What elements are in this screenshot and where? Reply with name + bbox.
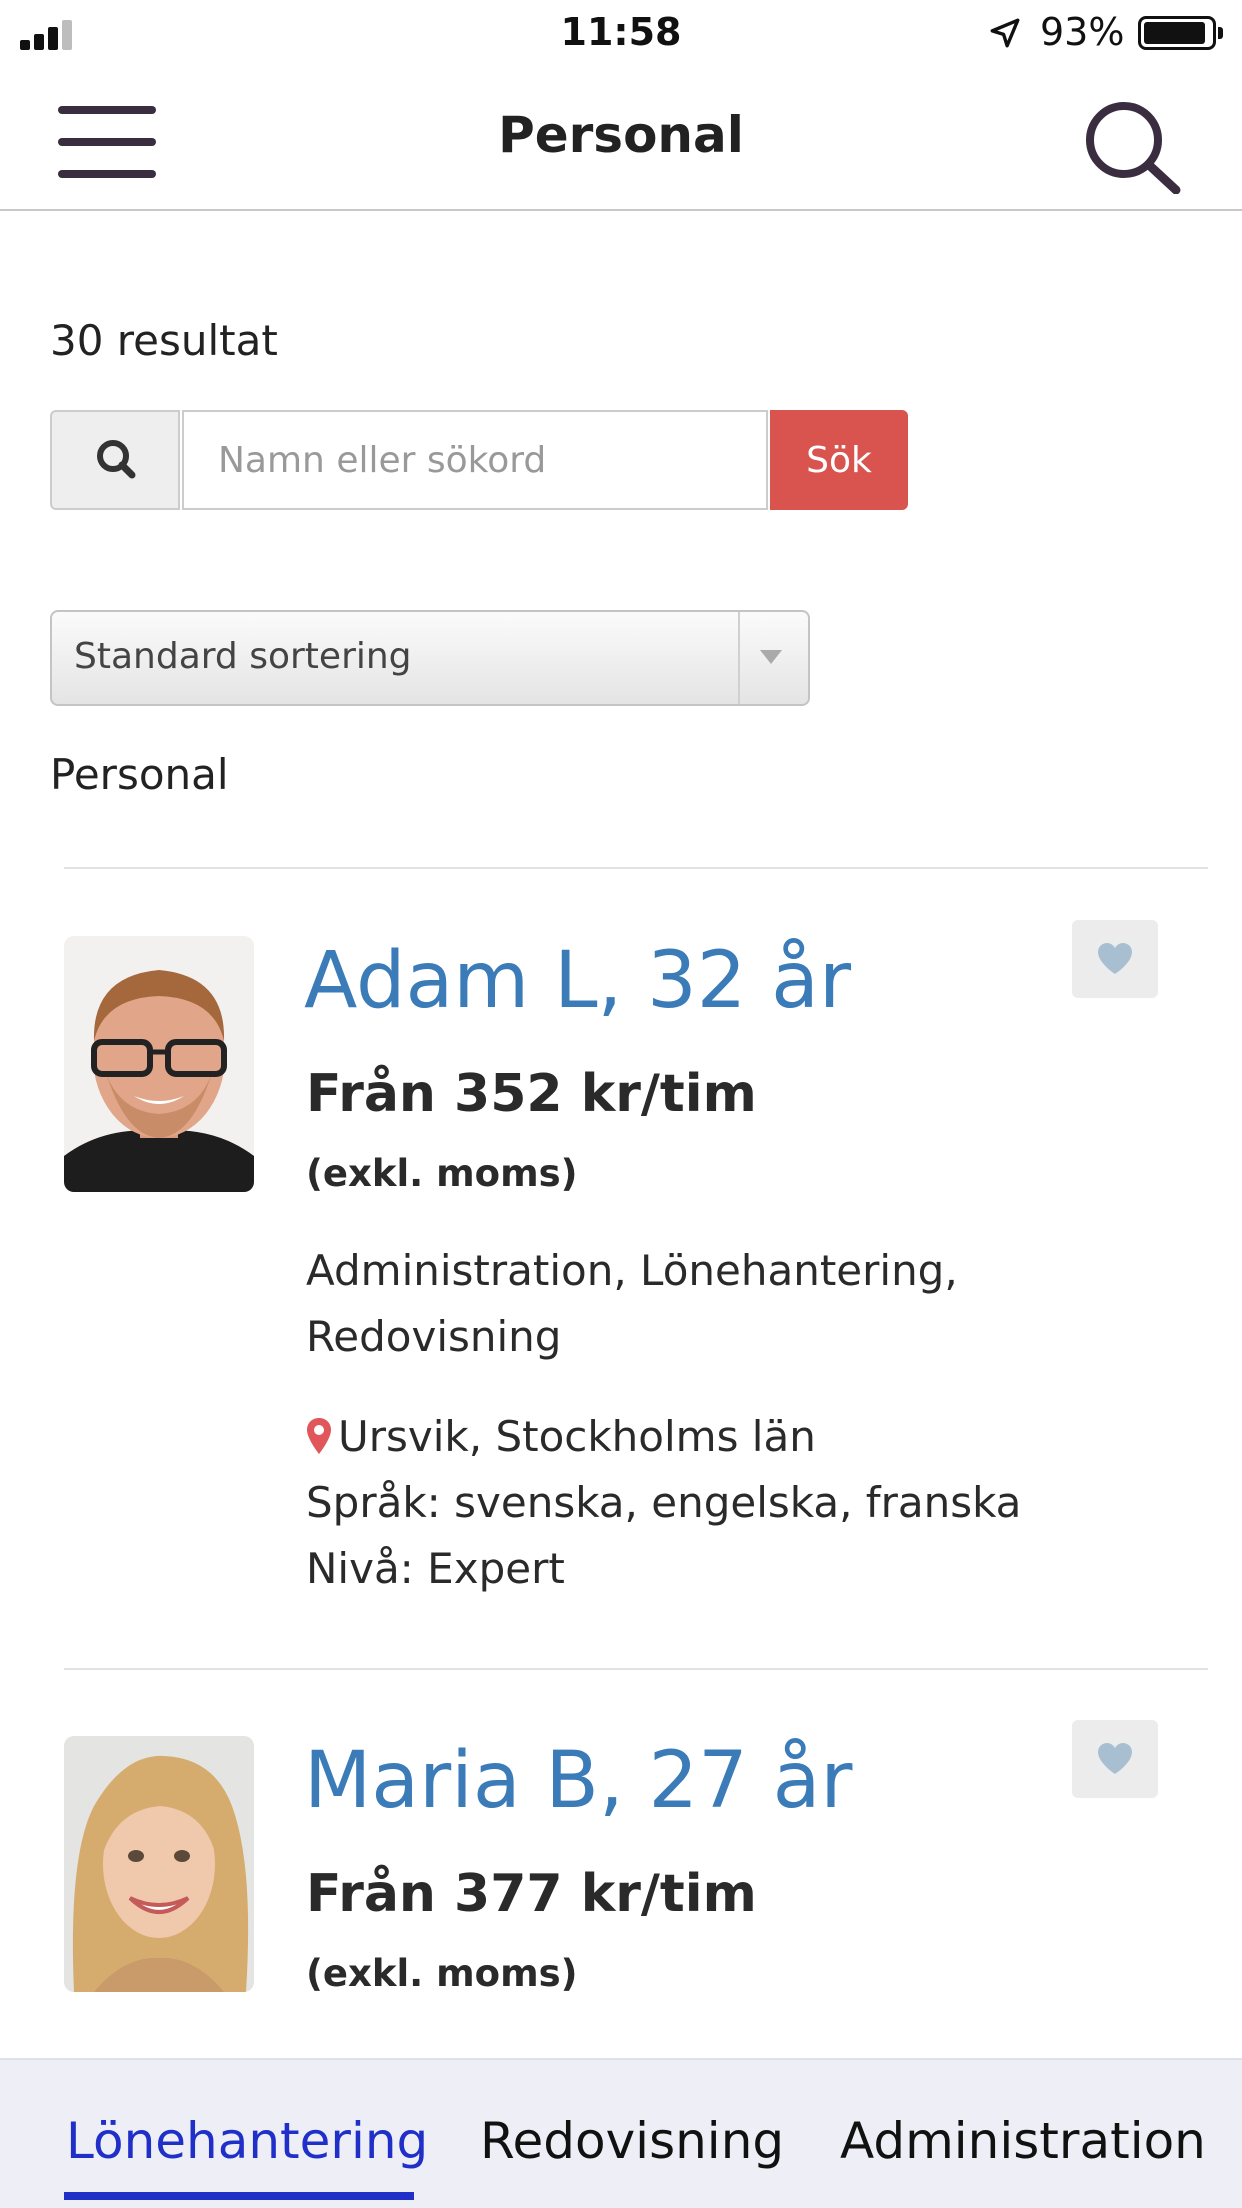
battery-percent: 93% — [1040, 10, 1125, 54]
location-arrow-icon — [990, 18, 1020, 48]
divider — [64, 1668, 1208, 1670]
location-pin-icon — [307, 1418, 331, 1454]
search-bar: Sök — [50, 410, 908, 510]
person-languages: Språk: svenska, engelska, franska — [306, 1478, 1022, 1527]
person-location: Ursvik, Stockholms län — [306, 1404, 816, 1470]
heart-icon — [1098, 943, 1132, 974]
bottom-tab-bar: Lönehantering Redovisning Administration — [0, 2058, 1242, 2208]
location-text: Ursvik, Stockholms län — [338, 1412, 816, 1461]
sort-selected-value: Standard sortering — [74, 636, 412, 677]
favorite-button[interactable] — [1072, 1720, 1158, 1798]
person-name[interactable]: Maria B, 27 år — [304, 1736, 852, 1826]
person-photo-maria — [64, 1736, 254, 1992]
tab-redovisning[interactable]: Redovisning — [480, 2112, 784, 2170]
person-level: Nivå: Expert — [306, 1544, 565, 1593]
vat-note: (exkl. moms) — [306, 1152, 578, 1195]
chevron-down-icon — [760, 650, 782, 664]
heart-icon — [1098, 1743, 1132, 1774]
battery-icon — [1138, 16, 1216, 50]
search-icon[interactable] — [1080, 98, 1184, 194]
active-tab-indicator — [64, 2192, 414, 2200]
magnifier-icon — [97, 440, 136, 479]
divider — [64, 867, 1208, 869]
person-photo-adam — [64, 936, 254, 1192]
avatar[interactable] — [64, 1736, 254, 1992]
search-button[interactable]: Sök — [770, 410, 908, 510]
person-name[interactable]: Adam L, 32 år — [304, 936, 851, 1026]
dropdown-toggle[interactable] — [738, 612, 808, 704]
person-price: Från 377 kr/tim — [306, 1864, 757, 1924]
search-input[interactable] — [182, 410, 768, 510]
vat-note: (exkl. moms) — [306, 1952, 578, 1995]
results-count: 30 resultat — [50, 316, 278, 365]
battery-tip — [1218, 27, 1223, 39]
status-bar: 11:58 93% — [0, 0, 1242, 70]
person-skills: Administration, Lönehantering, Redovisni… — [306, 1246, 958, 1361]
person-price: Från 352 kr/tim — [306, 1064, 757, 1124]
tab-administration[interactable]: Administration — [840, 2112, 1206, 2170]
top-navbar: Personal — [0, 70, 1242, 211]
tab-lonehantering[interactable]: Lönehantering — [66, 2112, 428, 2170]
sort-dropdown[interactable]: Standard sortering — [50, 610, 810, 706]
avatar[interactable] — [64, 936, 254, 1192]
page-title: Personal — [498, 106, 744, 164]
favorite-button[interactable] — [1072, 920, 1158, 998]
section-heading: Personal — [50, 750, 229, 799]
search-addon[interactable] — [50, 410, 180, 510]
